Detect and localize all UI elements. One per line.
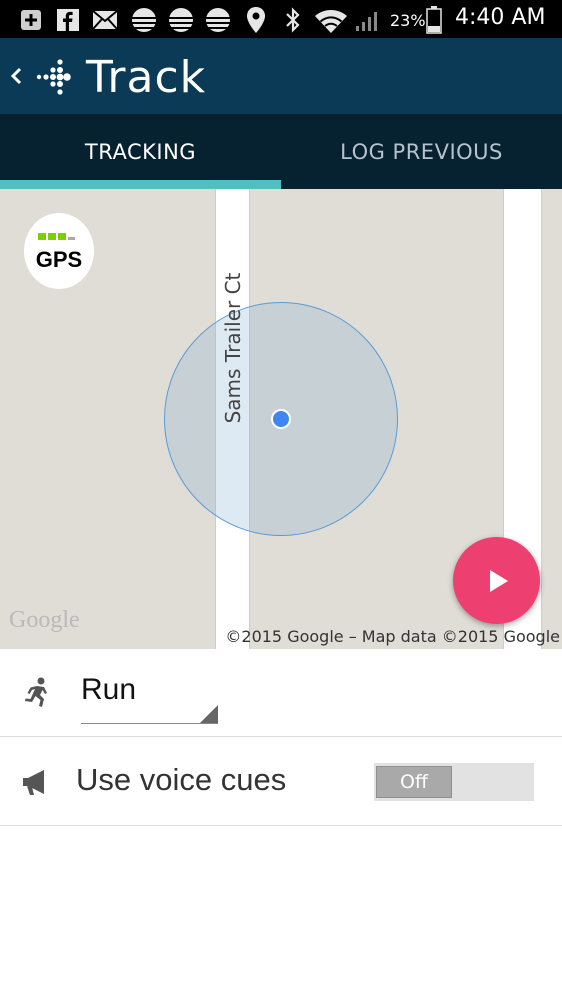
app-bar: Track bbox=[0, 38, 562, 114]
wifi-icon bbox=[315, 10, 347, 33]
weather-icon bbox=[131, 8, 157, 32]
tab-tracking[interactable]: TRACKING bbox=[0, 114, 281, 189]
gps-signal-bars-icon bbox=[38, 233, 75, 240]
street-label: Sams Trailer Ct bbox=[221, 272, 245, 424]
battery-icon bbox=[426, 6, 442, 34]
signal-icon bbox=[356, 12, 377, 31]
toggle-thumb: Off bbox=[376, 766, 452, 798]
gps-label: GPS bbox=[35, 247, 83, 272]
gps-signal-badge: GPS bbox=[24, 213, 94, 289]
chevron-left-icon bbox=[10, 67, 22, 85]
fitbit-logo-icon bbox=[36, 59, 71, 95]
clock: 4:40 AM bbox=[455, 5, 546, 30]
bluetooth-icon bbox=[286, 7, 300, 33]
play-icon bbox=[489, 569, 508, 592]
tab-bar: TRACKING LOG PREVIOUS bbox=[0, 114, 562, 189]
voice-cues-row: Use voice cues Off bbox=[0, 738, 562, 826]
dropdown-caret-icon bbox=[200, 705, 218, 723]
location-icon bbox=[247, 7, 265, 33]
activity-type-row: Run bbox=[0, 649, 562, 737]
facebook-icon bbox=[57, 9, 79, 31]
current-location-marker bbox=[271, 409, 291, 429]
map-view[interactable]: Sams Trailer Ct GPS Google ©2015 Google … bbox=[0, 189, 562, 649]
start-tracking-button[interactable] bbox=[453, 537, 540, 624]
activity-type-dropdown[interactable]: Run bbox=[81, 669, 218, 724]
google-logo: Google bbox=[9, 607, 80, 633]
voice-cues-toggle[interactable]: Off bbox=[374, 763, 534, 801]
voice-cues-label: Use voice cues bbox=[76, 762, 287, 797]
tab-log-previous[interactable]: LOG PREVIOUS bbox=[281, 114, 562, 189]
weather-icon bbox=[205, 8, 231, 32]
activity-type-value: Run bbox=[81, 673, 137, 706]
weather-icon bbox=[168, 8, 194, 32]
mail-icon bbox=[92, 10, 118, 30]
megaphone-icon bbox=[23, 770, 44, 795]
add-notification-icon bbox=[21, 10, 41, 30]
page-title: Track bbox=[86, 52, 207, 103]
tab-indicator bbox=[0, 180, 281, 189]
status-bar: 23% 4:40 AM bbox=[0, 0, 562, 38]
map-attribution: ©2015 Google – Map data ©2015 Google bbox=[225, 627, 560, 646]
battery-percent: 23% bbox=[390, 11, 426, 30]
back-button[interactable] bbox=[4, 58, 26, 94]
running-icon bbox=[25, 677, 47, 707]
